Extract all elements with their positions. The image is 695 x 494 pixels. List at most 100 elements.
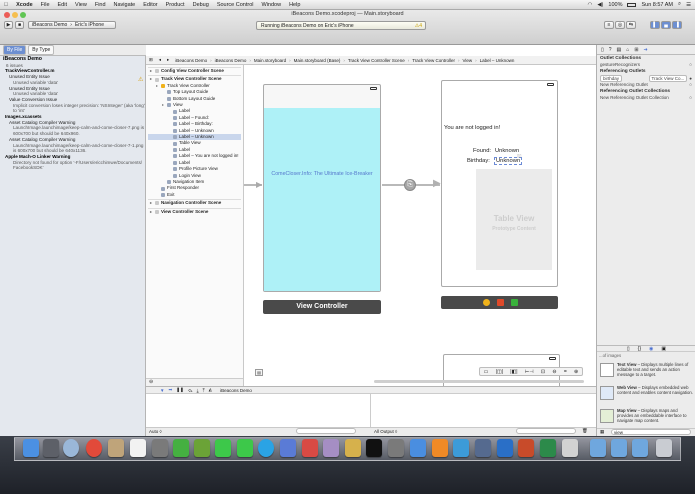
step-out-icon[interactable]: ⤒ (203, 388, 205, 393)
spotlight-search-icon[interactable]: ⌕ (678, 1, 681, 8)
version-editor-button[interactable]: ⇆ (626, 21, 636, 29)
wifi-icon[interactable]: ◠ (588, 2, 593, 8)
library-item-text-view[interactable]: Text View – Displays multiple lines of e… (599, 362, 694, 377)
zoom-out-icon[interactable]: ⊖ (552, 369, 556, 375)
connections-inspector-icon[interactable]: ➜ (644, 47, 648, 53)
launchpad-icon[interactable] (43, 439, 59, 457)
first-responder-icon[interactable] (497, 299, 504, 306)
variables-filter-input[interactable] (296, 428, 356, 434)
toggle-debug-button[interactable]: ▄ (661, 21, 671, 29)
app-store-icon[interactable] (410, 439, 426, 457)
photos-icon[interactable] (152, 439, 168, 457)
filled-circle-icon[interactable]: ● (689, 76, 692, 82)
downloads-folder-icon[interactable] (632, 439, 648, 457)
outline-scene[interactable]: ▸ View Controller Scene (148, 207, 241, 215)
menu-debug[interactable]: Debug (189, 2, 213, 8)
location-icon[interactable]: ◭ (209, 387, 212, 393)
hide-debug-icon[interactable]: ▼ (160, 388, 164, 393)
warning-count[interactable]: ⚠4 (415, 23, 422, 29)
calendar-icon[interactable] (130, 439, 146, 457)
itunes-icon[interactable] (323, 439, 339, 457)
pin-icon[interactable]: |◧| (510, 369, 517, 375)
object-library-icon[interactable]: ◉ (649, 346, 653, 352)
jump-crumb-2[interactable]: iBeacons Demo (212, 58, 250, 63)
volume-icon[interactable]: ◀) (597, 2, 603, 8)
jump-crumb-7[interactable]: View (459, 58, 475, 63)
file-templates-icon[interactable]: ▯ (627, 346, 630, 352)
step-in-icon[interactable]: ⤓ (197, 388, 199, 393)
battery-icon[interactable] (627, 2, 637, 7)
facetime-icon[interactable] (237, 439, 253, 457)
back-arrow-icon[interactable]: ◂ (156, 57, 164, 63)
line-icon[interactable] (215, 439, 231, 457)
jump-crumb-4[interactable]: Main.storyboard (Base) (291, 58, 344, 63)
terminal-icon[interactable] (366, 439, 382, 457)
evernote-icon[interactable] (194, 439, 210, 457)
battery-percent[interactable]: 100% (608, 2, 622, 8)
toggle-utilities-button[interactable]: ▐ (672, 21, 682, 29)
menu-file[interactable]: File (37, 2, 54, 8)
outline-scene[interactable]: ▸ Navigation Controller Scene (148, 199, 241, 206)
show-outline-button[interactable]: ▤ (255, 369, 263, 376)
powerpoint-icon[interactable] (518, 439, 534, 457)
new-referencing-collection-row[interactable]: New Referencing Outlet Collection ○ (597, 95, 695, 101)
connection-circle-icon[interactable]: ○ (689, 82, 692, 88)
variables-scope-select[interactable]: Auto ◊ (149, 429, 162, 434)
media-library-icon[interactable]: ▣ (661, 346, 666, 352)
menu-navigate[interactable]: Navigate (110, 2, 140, 8)
outline-item[interactable]: Exit (148, 192, 241, 198)
outline-filter-icon[interactable]: ⊖ (149, 379, 153, 385)
menu-edit[interactable]: Edit (54, 2, 71, 8)
jump-crumb-3[interactable]: Main.storyboard (251, 58, 289, 63)
menu-find[interactable]: Find (91, 2, 110, 8)
zoom-fit-icon[interactable]: ▭ (484, 369, 489, 375)
toggle-navigator-button[interactable]: ▌ (650, 21, 660, 29)
grid-icon[interactable]: ⊞ (146, 57, 156, 63)
menu-xcode[interactable]: Xcode (12, 2, 37, 8)
horizontal-scrollbar[interactable] (374, 380, 584, 383)
code-snippets-icon[interactable]: {} (638, 346, 641, 352)
track-view-controller-scene[interactable]: You are not logged in! Found: Unknown Bi… (441, 80, 558, 287)
console-filter-input[interactable] (516, 428, 576, 434)
table-view[interactable]: Table View Prototype Content (476, 169, 552, 270)
jump-crumb-1[interactable]: iBeacons Demo (172, 58, 210, 63)
console-output-select[interactable]: All Output ◊ (374, 429, 397, 434)
keychain-icon[interactable] (475, 439, 491, 457)
mail-icon[interactable] (453, 439, 469, 457)
zoom-in-icon[interactable]: ⊕ (574, 369, 578, 375)
library-filter-input[interactable]: view (611, 429, 691, 435)
tab-by-type[interactable]: By Type (28, 45, 55, 55)
apple-menu-icon[interactable]:  (0, 2, 12, 8)
breakpoints-icon[interactable]: ➡ (168, 387, 172, 393)
jump-crumb-6[interactable]: Track View Controller (409, 58, 458, 63)
track-scene-dock[interactable] (441, 296, 558, 309)
size-inspector-icon[interactable]: ⊞ (634, 47, 638, 53)
menu-source-control[interactable]: Source Control (213, 2, 258, 8)
assistant-editor-button[interactable]: ◎ (615, 21, 625, 29)
photo-booth-icon[interactable] (302, 439, 318, 457)
documents-folder-icon[interactable] (611, 439, 627, 457)
stop-button[interactable]: ■ (15, 21, 24, 29)
view-controller-icon[interactable] (483, 299, 490, 306)
notification-center-icon[interactable]: ☰ (686, 2, 691, 8)
menu-clock[interactable]: Sun 8:57 AM (641, 2, 673, 8)
preview-icon[interactable] (345, 439, 361, 457)
forward-arrow-icon[interactable]: ▸ (164, 57, 172, 63)
excel-icon[interactable] (540, 439, 556, 457)
safari-icon[interactable] (63, 439, 79, 457)
grid-view-icon[interactable]: ▦ (600, 429, 604, 435)
trash-icon[interactable]: 🗑 (582, 428, 588, 434)
pause-icon[interactable]: ❚❚ (176, 387, 184, 393)
connection-circle-icon[interactable]: ○ (689, 95, 692, 101)
birthday-label[interactable]: Birthday: (467, 158, 490, 164)
standard-editor-button[interactable]: ≡ (604, 21, 614, 29)
run-button[interactable]: ▶ (4, 21, 13, 29)
outline-scene[interactable]: ▸ Config View Controller Scene (148, 67, 241, 74)
quick-help-icon[interactable]: ? (609, 47, 612, 53)
menu-product[interactable]: Product (162, 2, 189, 8)
attributes-inspector-icon[interactable]: ⌂ (626, 47, 629, 53)
resizing-icon[interactable]: ⊡ (541, 369, 545, 375)
found-label[interactable]: Found: (473, 148, 491, 154)
finder-icon[interactable] (23, 439, 39, 457)
textedit-icon[interactable] (562, 439, 578, 457)
